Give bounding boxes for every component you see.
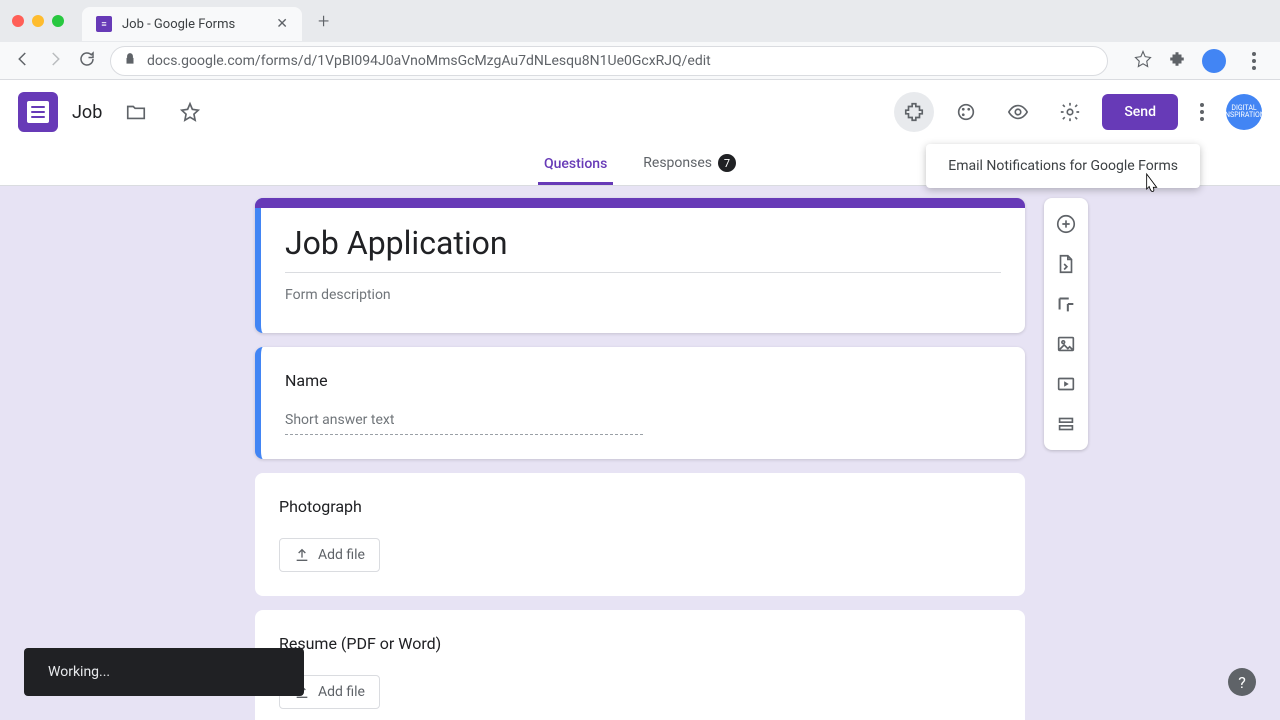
extensions-icon[interactable]: [1168, 50, 1186, 72]
window-minimize-button[interactable]: [32, 15, 44, 27]
form-column: Job Application Form description Name Sh…: [255, 198, 1025, 720]
new-tab-button[interactable]: +: [318, 9, 329, 33]
star-button[interactable]: [170, 92, 210, 132]
header-actions: Send DIGITAL INSPIRATION: [894, 92, 1262, 132]
more-menu-button[interactable]: [1190, 93, 1214, 131]
browser-toolbar: docs.google.com/forms/d/1VpBI094J0aVnoMm…: [0, 42, 1280, 80]
account-avatar[interactable]: DIGITAL INSPIRATION: [1226, 94, 1262, 130]
status-toast: Working...: [24, 648, 304, 696]
browser-menu-button[interactable]: [1242, 42, 1266, 80]
question-label[interactable]: Photograph: [279, 497, 1001, 516]
form-description[interactable]: Form description: [285, 281, 1001, 309]
lock-icon: [123, 52, 137, 70]
address-bar[interactable]: docs.google.com/forms/d/1VpBI094J0aVnoMm…: [110, 46, 1108, 76]
forward-button[interactable]: [46, 50, 64, 72]
nav-buttons: [14, 50, 96, 72]
add-file-label: Add file: [318, 547, 365, 563]
title-accent: [255, 198, 1025, 208]
import-questions-button[interactable]: [1044, 244, 1088, 284]
bookmark-star-icon[interactable]: [1134, 50, 1152, 72]
title-card[interactable]: Job Application Form description: [255, 198, 1025, 333]
settings-button[interactable]: [1050, 92, 1090, 132]
tab-favicon: ≡: [96, 16, 112, 32]
add-image-button[interactable]: [1044, 324, 1088, 364]
cursor-icon: [1140, 172, 1160, 196]
browser-tab[interactable]: ≡ Job - Google Forms ✕: [82, 7, 302, 41]
tab-questions-label: Questions: [544, 156, 607, 172]
window-controls: [12, 15, 64, 27]
question-card-name[interactable]: Name Short answer text: [255, 347, 1025, 459]
avatar-initials: DIGITAL INSPIRATION: [1223, 105, 1265, 119]
reload-button[interactable]: [78, 50, 96, 72]
question-toolbar: [1044, 198, 1088, 450]
doc-title[interactable]: Job: [72, 102, 102, 123]
question-label[interactable]: Resume (PDF or Word): [279, 634, 1001, 653]
form-title[interactable]: Job Application: [285, 224, 1001, 273]
tab-questions[interactable]: Questions: [538, 156, 613, 185]
window-maximize-button[interactable]: [52, 15, 64, 27]
profile-avatar[interactable]: [1202, 49, 1226, 73]
question-label[interactable]: Name: [285, 371, 1001, 390]
tab-title: Job - Google Forms: [122, 17, 235, 32]
preview-button[interactable]: [998, 92, 1038, 132]
move-folder-button[interactable]: [116, 92, 156, 132]
help-icon: ?: [1238, 673, 1246, 692]
forms-header: Job Send DIGITAL INSPIRATION: [0, 80, 1280, 144]
short-answer-placeholder: Short answer text: [285, 406, 643, 435]
question-card-resume[interactable]: Resume (PDF or Word) Add file: [255, 610, 1025, 720]
add-file-button[interactable]: Add file: [279, 538, 380, 572]
send-button[interactable]: Send: [1102, 94, 1178, 130]
url-text: docs.google.com/forms/d/1VpBI094J0aVnoMm…: [147, 53, 711, 69]
toolbar-right: [1122, 42, 1266, 80]
back-button[interactable]: [14, 50, 32, 72]
form-canvas: Job Application Form description Name Sh…: [0, 186, 1280, 720]
tab-responses-label: Responses: [643, 155, 712, 171]
window-close-button[interactable]: [12, 15, 24, 27]
close-icon[interactable]: ✕: [276, 16, 288, 32]
forms-logo[interactable]: [18, 92, 58, 132]
tab-responses[interactable]: Responses 7: [637, 154, 742, 185]
responses-count-badge: 7: [718, 154, 736, 172]
toast-message: Working...: [48, 664, 110, 680]
add-video-button[interactable]: [1044, 364, 1088, 404]
question-card-photograph[interactable]: Photograph Add file: [255, 473, 1025, 596]
help-button[interactable]: ?: [1228, 668, 1256, 696]
add-file-label: Add file: [318, 684, 365, 700]
add-question-button[interactable]: [1044, 204, 1088, 244]
add-section-button[interactable]: [1044, 404, 1088, 444]
browser-titlebar: ≡ Job - Google Forms ✕ +: [0, 0, 1280, 42]
add-title-button[interactable]: [1044, 284, 1088, 324]
theme-button[interactable]: [946, 92, 986, 132]
upload-icon: [294, 547, 310, 563]
addons-button[interactable]: [894, 92, 934, 132]
